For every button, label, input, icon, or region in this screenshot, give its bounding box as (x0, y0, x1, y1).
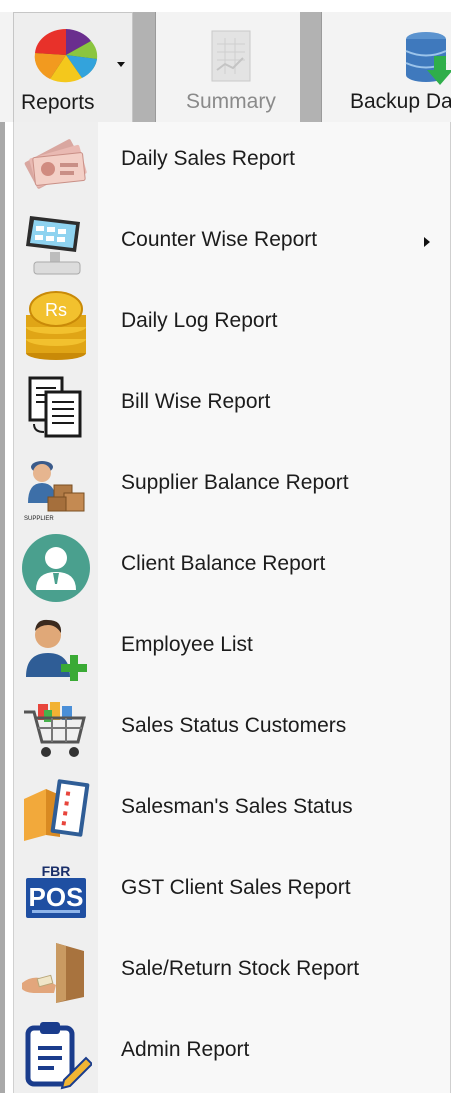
menu-item-label: GST Client Sales Report (121, 876, 351, 899)
fbr-pos-icon: FBR POS (20, 856, 92, 928)
menu-item-label: Salesman's Sales Status (121, 795, 353, 818)
client-avatar-icon (20, 532, 92, 604)
menu-item-label: Admin Report (121, 1038, 250, 1061)
summary-button[interactable]: Summary (155, 12, 300, 122)
menu-item-label: Daily Sales Report (121, 147, 295, 170)
pos-terminal-icon (20, 208, 92, 280)
clipboard-pen-icon (20, 1018, 92, 1090)
menu-item-label: Sale/Return Stock Report (121, 957, 360, 980)
menu-item-label: Sales Status Customers (121, 714, 347, 737)
reports-button[interactable]: Reports (13, 12, 133, 122)
svg-text:FBR: FBR (42, 863, 71, 879)
menu-item-label: Counter Wise Report (121, 228, 318, 251)
menu-item-label: Employee List (121, 633, 253, 656)
svg-text:POS: POS (29, 882, 84, 912)
menu-item-gst-client-sales-report[interactable]: FBR POS GST Client Sales Report (14, 851, 451, 932)
menu-item-admin-report[interactable]: Admin Report (14, 1013, 451, 1094)
menu-item-label: Supplier Balance Report (121, 471, 349, 494)
menu-item-employee-list[interactable]: Employee List (14, 608, 451, 689)
pie-chart-icon (34, 28, 98, 83)
menu-item-label: Bill Wise Report (121, 390, 271, 413)
summary-button-label: Summary (186, 90, 276, 113)
documents-icon (20, 370, 92, 442)
menu-item-sales-status-customers[interactable]: Sales Status Customers (14, 689, 451, 770)
coins-icon: Rs (20, 289, 92, 361)
menu-item-daily-log-report[interactable]: Rs Daily Log Report (14, 284, 451, 365)
svg-text:SUPPLIER: SUPPLIER (24, 516, 54, 522)
shopping-cart-icon (20, 694, 92, 766)
menu-item-supplier-balance-report[interactable]: SUPPLIER Supplier Balance Report (14, 446, 451, 527)
cash-icon (20, 127, 92, 199)
submenu-arrow-icon[interactable] (424, 237, 430, 247)
menu-item-counter-wise-report[interactable]: Counter Wise Report (14, 203, 451, 284)
backup-button[interactable]: Backup Da (322, 12, 451, 122)
menu-item-sale-return-stock-report[interactable]: Sale/Return Stock Report (14, 932, 451, 1013)
package-hand-icon (20, 937, 92, 1009)
backup-button-label: Backup Da (350, 90, 451, 113)
ribbon-gap (300, 12, 322, 122)
menu-item-label: Daily Log Report (121, 309, 278, 332)
checklist-box-icon (20, 775, 92, 847)
reports-button-label: Reports (21, 91, 95, 114)
menu-item-bill-wise-report[interactable]: Bill Wise Report (14, 365, 451, 446)
svg-text:Rs: Rs (45, 300, 67, 320)
menu-item-client-balance-report[interactable]: Client Balance Report (14, 527, 451, 608)
supplier-icon: SUPPLIER (20, 451, 92, 523)
ribbon: Reports Summary Backup Da (0, 0, 451, 122)
menu-item-salesmans-sales-status[interactable]: Salesman's Sales Status (14, 770, 451, 851)
window-edge (0, 122, 5, 1093)
add-user-icon (20, 613, 92, 685)
ribbon-gap (133, 12, 155, 122)
reports-dropdown-menu: Daily Sales Report Counter Wise Report R… (13, 122, 451, 1093)
menu-item-daily-sales-report[interactable]: Daily Sales Report (14, 122, 451, 203)
menu-item-label: Client Balance Report (121, 552, 326, 575)
document-icon (211, 30, 251, 82)
database-icon (405, 32, 451, 85)
chevron-down-icon[interactable] (117, 62, 125, 67)
